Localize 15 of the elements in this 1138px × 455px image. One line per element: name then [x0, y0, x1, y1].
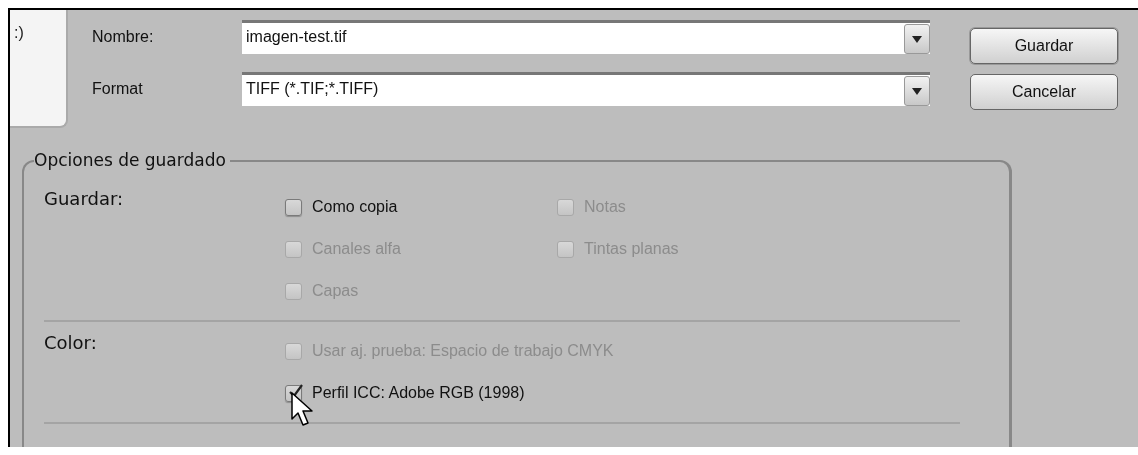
- section-label: Guardar:: [44, 187, 125, 209]
- section-label: Color:: [44, 331, 98, 353]
- drive-list-panel[interactable]: :): [10, 10, 68, 128]
- combo-field[interactable]: TIFF (*.TIF;*.TIFF): [242, 72, 930, 106]
- combo-field[interactable]: imagen-test.tif: [242, 20, 930, 54]
- field-label: Format: [92, 80, 144, 98]
- dropdown-arrow-icon[interactable]: [912, 35, 922, 43]
- field-label: Nombre:: [92, 28, 155, 46]
- checkbox-label: Como copia: [312, 198, 398, 216]
- group-title: Opciones de guardado: [34, 150, 230, 170]
- checkbox-label: Perfil ICC: Adobe RGB (1998): [312, 384, 525, 402]
- save-button[interactable]: Guardar: [970, 28, 1118, 64]
- cancel-button[interactable]: Cancelar: [970, 74, 1118, 110]
- checkbox[interactable]: [285, 198, 302, 216]
- dropdown-arrow-icon[interactable]: [912, 87, 922, 95]
